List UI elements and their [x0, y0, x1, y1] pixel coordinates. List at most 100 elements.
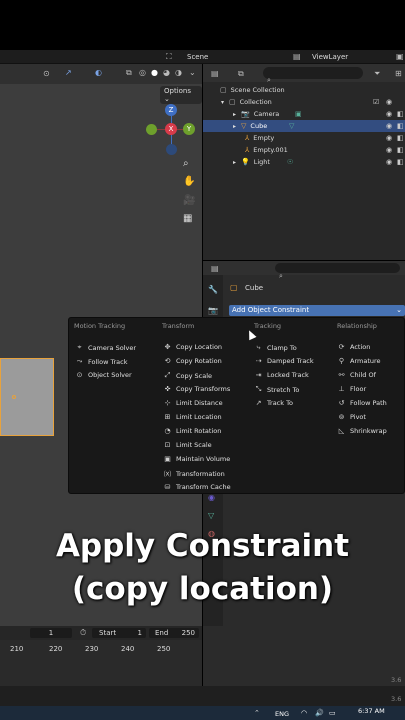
menu-item-limit-rotation[interactable]: ◔ Limit Rotation: [163, 427, 221, 435]
gizmo-y[interactable]: Y: [183, 123, 195, 135]
timeline-area[interactable]: 210 220 230 240 250: [0, 640, 202, 686]
menu-item-limit-scale[interactable]: ⊡ Limit Scale: [163, 441, 212, 449]
menu-item-limit-distance[interactable]: ⊹ Limit Distance: [163, 399, 223, 407]
menu-item-stretch-to[interactable]: ⤡ Stretch To: [254, 385, 300, 394]
scene-icon[interactable]: ⛶: [166, 52, 172, 62]
material-shading-icon[interactable]: ◕: [163, 68, 170, 77]
menu-item-transform-cache[interactable]: ⛁ Transform Cache: [163, 483, 231, 491]
gizmo-z[interactable]: Z: [165, 104, 177, 116]
scene-name[interactable]: Scene: [187, 53, 208, 61]
menu-item-child-of[interactable]: ⚯ Child Of: [337, 371, 376, 379]
add-object-constraint-button[interactable]: Add Object Constraint ⌄: [229, 305, 405, 316]
outliner-row-empty[interactable]: ⅄ Empty ◉ ◧: [203, 132, 405, 144]
overlay-icon[interactable]: ◐: [95, 68, 102, 77]
menu-item-action[interactable]: ⟳ Action: [337, 343, 371, 351]
outliner-row-collection[interactable]: ▾ ▢ Collection ☑ ◉: [203, 96, 405, 108]
menu-item-damped-track[interactable]: ⇢ Damped Track: [254, 357, 314, 365]
menu-item-maintain-volume[interactable]: ▣ Maintain Volume: [163, 455, 230, 463]
menu-item-copy-location[interactable]: ✥ Copy Location: [163, 343, 222, 351]
expand-arrow-icon[interactable]: ▸: [233, 159, 236, 166]
new-collection-icon[interactable]: ⊞: [395, 69, 402, 78]
clock-time[interactable]: 6:37 AM: [358, 707, 385, 715]
menu-item-track-to[interactable]: ↗ Track To: [254, 399, 293, 407]
render-tab-icon[interactable]: 📷: [208, 306, 218, 315]
wireframe-shading-icon[interactable]: ◎: [139, 68, 146, 77]
outliner-search-input[interactable]: ⌕: [263, 67, 363, 84]
chevron-up-icon[interactable]: ⌃: [254, 709, 260, 717]
outliner-row-light[interactable]: ▸ 💡 Light ☉ ◉ ◧: [203, 156, 405, 168]
end-frame-field[interactable]: End 250: [149, 628, 199, 638]
eye-icon[interactable]: ◉: [386, 110, 392, 118]
menu-item-follow-track[interactable]: ⤳ Follow Track: [75, 357, 128, 366]
menu-item-copy-scale[interactable]: ⤢ Copy Scale: [163, 371, 212, 380]
perspective-grid-icon[interactable]: ▦: [183, 213, 192, 224]
solid-shading-icon[interactable]: ●: [151, 68, 158, 77]
ruler-tick: 240: [121, 645, 135, 653]
expand-arrow-icon[interactable]: ▾: [221, 99, 224, 106]
menu-item-limit-location[interactable]: ⊞ Limit Location: [163, 413, 222, 421]
menu-item-pivot[interactable]: ⊚ Pivot: [337, 413, 366, 421]
editor-type-icon[interactable]: ▤: [211, 264, 219, 273]
options-dropdown[interactable]: Options ⌄: [160, 86, 202, 104]
render-camera-icon[interactable]: ◧: [397, 110, 404, 118]
zoom-icon[interactable]: ⌕: [183, 158, 189, 169]
rendered-shading-icon[interactable]: ◑: [175, 68, 182, 77]
eye-icon[interactable]: ◉: [386, 134, 392, 142]
menu-item-camera-solver[interactable]: ⌖ Camera Solver: [75, 343, 137, 352]
current-frame-field[interactable]: 1: [30, 628, 72, 638]
eye-icon[interactable]: ◉: [386, 146, 392, 154]
menu-item-copy-transforms[interactable]: ✜ Copy Transforms: [163, 385, 231, 393]
render-camera-icon[interactable]: ◧: [397, 158, 404, 166]
outliner-row-cube[interactable]: ▸ ▽ Cube ▽ ◉ ◧: [203, 120, 405, 132]
menu-item-object-solver[interactable]: ⊙ Object Solver: [75, 371, 132, 379]
outliner-row-camera[interactable]: ▸ 📷 Camera ▣ ◉ ◧: [203, 108, 405, 120]
wifi-icon[interactable]: ◠: [301, 709, 307, 717]
data-tab-icon[interactable]: ▽: [208, 511, 214, 520]
cube-object[interactable]: [0, 358, 54, 436]
view-layer-name[interactable]: ViewLayer: [312, 53, 348, 61]
filter-icon[interactable]: ⏷: [374, 69, 380, 79]
menu-item-armature[interactable]: ⚲ Armature: [337, 357, 381, 365]
menu-item-follow-path[interactable]: ↺ Follow Path: [337, 399, 387, 407]
gizmo-neg-z[interactable]: [166, 144, 177, 155]
eye-icon[interactable]: ◉: [386, 122, 392, 130]
menu-item-locked-track[interactable]: ⇥ Locked Track: [254, 371, 309, 379]
gizmo-x[interactable]: X: [165, 123, 177, 135]
expand-arrow-icon[interactable]: ▸: [233, 123, 236, 130]
menu-item-shrinkwrap[interactable]: ◺ Shrinkwrap: [337, 427, 387, 435]
volume-icon[interactable]: 🔊: [315, 709, 324, 717]
clock-icon[interactable]: ⏱: [80, 628, 86, 638]
shading-options-icon[interactable]: ⌄: [189, 68, 196, 77]
expand-arrow-icon[interactable]: ▸: [233, 111, 236, 118]
properties-search-input[interactable]: ⌕: [275, 263, 400, 280]
start-frame-field[interactable]: Start 1: [92, 628, 146, 638]
checkbox-icon[interactable]: ☑: [373, 98, 379, 106]
render-camera-icon[interactable]: ◧: [397, 146, 404, 154]
visibility-icon[interactable]: ⊙: [43, 69, 50, 78]
view-layer-menu-icon[interactable]: ▣: [396, 52, 404, 61]
menu-item-copy-rotation[interactable]: ⟲ Copy Rotation: [163, 357, 222, 365]
outliner-row-scene-collection[interactable]: ▢ Scene Collection: [203, 84, 405, 96]
row-label: Empty.001: [253, 146, 288, 154]
physics-tab-icon[interactable]: ◉: [208, 493, 215, 502]
item-label: Action: [350, 343, 371, 351]
eye-icon[interactable]: ◉: [386, 98, 392, 106]
camera-view-icon[interactable]: 🎥: [183, 195, 195, 206]
editor-type-icon[interactable]: ▤: [211, 69, 219, 78]
menu-item-transformation[interactable]: ⒳ Transformation: [163, 469, 225, 479]
menu-item-clamp-to[interactable]: ⤷ Clamp To: [254, 343, 297, 352]
language-indicator[interactable]: ENG: [275, 710, 289, 718]
menu-item-floor[interactable]: ⊥ Floor: [337, 385, 366, 393]
xray-icon[interactable]: ⧉: [126, 68, 132, 78]
outliner-row-empty-001[interactable]: ⅄ Empty.001 ◉ ◧: [203, 144, 405, 156]
eye-icon[interactable]: ◉: [386, 158, 392, 166]
gizmo-toggle-icon[interactable]: ↗: [65, 68, 72, 77]
render-camera-icon[interactable]: ◧: [397, 134, 404, 142]
render-camera-icon[interactable]: ◧: [397, 122, 404, 130]
tool-tab-icon[interactable]: 🔧: [208, 285, 218, 294]
gizmo-neg-y[interactable]: [146, 124, 157, 135]
battery-icon[interactable]: ▭: [329, 709, 336, 717]
pan-hand-icon[interactable]: ✋: [183, 176, 195, 187]
view-layer-icon[interactable]: ▤: [293, 52, 301, 61]
display-mode-icon[interactable]: ⧉: [238, 69, 244, 79]
